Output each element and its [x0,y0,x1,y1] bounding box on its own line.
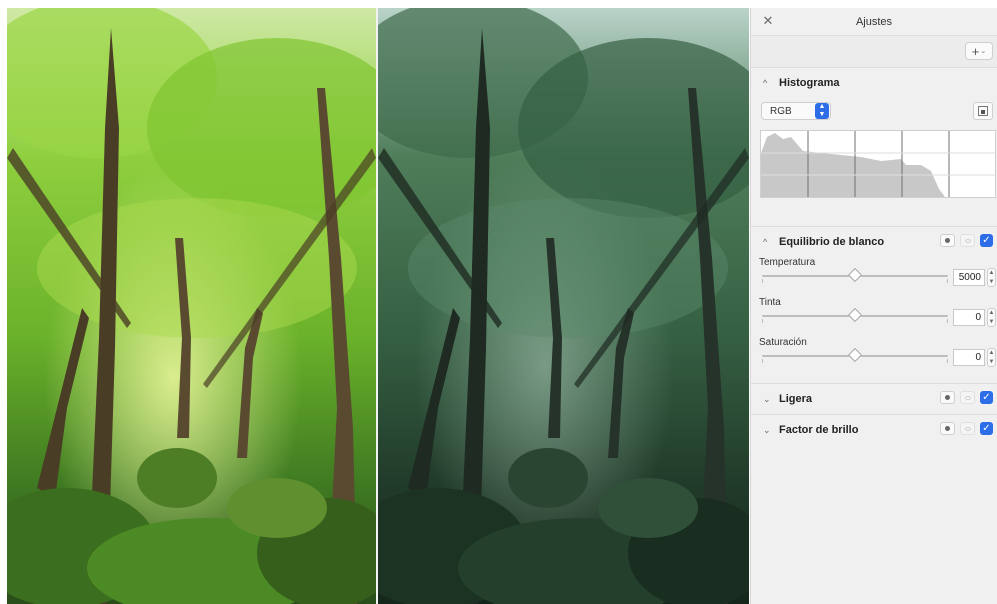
chevron-down-icon: ⌄ [980,48,987,55]
adjusted-photo [378,8,749,604]
histogram-graph [760,130,996,198]
saturation-label: Saturación [759,337,807,348]
panel-title: Ajustes [855,16,893,28]
white-balance-header[interactable]: ^ Equilibrio de blanco ✓ [751,227,997,257]
tint-value-field[interactable]: 0 [953,309,985,326]
saturation-row: Saturación 0 ▲ ▼ [759,337,997,377]
chevron-up-icon[interactable]: ^ [763,237,773,247]
temperature-value-field[interactable]: 5000 [953,269,985,286]
saturation-value-field[interactable]: 0 [953,349,985,366]
brightness-factor-section: ⌄ Factor de brillo ✓ [751,415,997,445]
eyedropper-dot-icon[interactable] [940,422,955,435]
tint-row: Tinta 0 ▲ ▼ [759,297,997,337]
slider-tick [762,359,763,363]
plus-icon: + [971,43,980,59]
brightness-factor-enable-checkbox[interactable]: ✓ [980,422,993,435]
white-balance-title: Equilibrio de blanco [779,236,885,248]
reset-icon[interactable] [960,234,975,247]
white-balance-enable-checkbox[interactable]: ✓ [980,234,993,247]
panel-header: ✕ Ajustes [751,8,997,36]
adjustments-panel: ✕ Ajustes + ⌄ ^ Histograma RGB ▲ ▼ ^ Equ… [750,8,997,604]
white-balance-controls: ✓ [940,234,993,247]
histogram-image-icon[interactable] [973,102,993,120]
light-enable-checkbox[interactable]: ✓ [980,391,993,404]
saturation-slider-thumb[interactable] [847,347,863,363]
add-adjustment-button[interactable]: + ⌄ [965,42,993,60]
brightness-factor-header[interactable]: ⌄ Factor de brillo ✓ [751,415,997,445]
light-controls: ✓ [940,391,993,404]
eyedropper-dot-icon[interactable] [940,391,955,404]
tint-stepper[interactable]: ▲ ▼ [987,308,996,327]
chevron-down-icon[interactable]: ⌄ [763,425,773,436]
slider-tick [762,319,763,323]
slider-tick [762,279,763,283]
slider-tick [947,279,948,283]
eyedropper-dot-icon[interactable] [940,234,955,247]
white-balance-section: ^ Equilibrio de blanco ✓ Temperatura 500… [751,227,997,384]
original-forest-image [7,8,376,604]
photo-compare-view [7,8,749,604]
chevron-down-icon[interactable]: ⌄ [763,394,773,405]
temperature-stepper[interactable]: ▲ ▼ [987,268,996,287]
channel-select-value: RGB [770,105,792,117]
select-arrows-icon: ▲ ▼ [815,103,829,119]
panel-toolbar: + ⌄ [751,36,997,68]
white-balance-body: Temperatura 5000 ▲ ▼ Tinta 0 ▲ ▼ Saturació… [751,257,997,383]
light-header[interactable]: ⌄ Ligera ✓ [751,384,997,414]
saturation-stepper[interactable]: ▲ ▼ [987,348,996,367]
brightness-factor-controls: ✓ [940,422,993,435]
slider-tick [947,319,948,323]
temperature-slider-thumb[interactable] [847,267,863,283]
reset-icon[interactable] [960,422,975,435]
tint-slider-thumb[interactable] [847,307,863,323]
original-photo [7,8,376,604]
histogram-section: ^ Histograma RGB ▲ ▼ [751,68,997,227]
channel-select[interactable]: RGB ▲ ▼ [761,102,831,120]
temperature-row: Temperatura 5000 ▲ ▼ [759,257,997,297]
light-section: ⌄ Ligera ✓ [751,384,997,415]
histogram-header[interactable]: ^ Histograma [751,68,997,98]
histogram-title: Histograma [779,77,840,89]
histogram-body: RGB ▲ ▼ [751,98,997,226]
temperature-label: Temperatura [759,257,816,268]
reset-icon[interactable] [960,391,975,404]
tint-label: Tinta [759,297,781,308]
chevron-up-icon[interactable]: ^ [763,78,773,88]
light-title: Ligera [779,393,813,405]
adjusted-forest-image [378,8,749,604]
histogram-plot [761,131,995,197]
brightness-factor-title: Factor de brillo [779,424,859,436]
slider-tick [947,359,948,363]
